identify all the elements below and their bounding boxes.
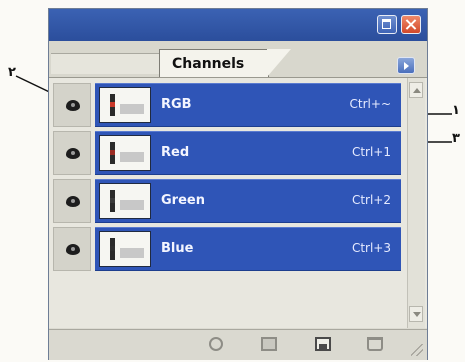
save-selection-icon[interactable] <box>261 337 277 351</box>
channel-selection-blue[interactable]: Blue Ctrl+3 <box>95 227 401 271</box>
thumbnail-dot <box>110 246 115 251</box>
scroll-down-arrow-icon[interactable] <box>409 306 423 322</box>
channel-selection-green[interactable]: Green Ctrl+2 <box>95 179 401 223</box>
visibility-toggle-rgb[interactable] <box>53 83 91 127</box>
thumbnail-dot <box>110 150 115 155</box>
trash-icon[interactable] <box>367 337 383 351</box>
tab-strip: Channels <box>49 41 427 78</box>
palette-menu-icon[interactable] <box>397 57 415 74</box>
visibility-toggle-green[interactable] <box>53 179 91 223</box>
channel-thumbnail-red <box>99 135 151 171</box>
resize-grip-icon[interactable] <box>411 344 423 356</box>
eye-icon <box>66 196 80 207</box>
callout-label-composite: ۱ <box>452 103 460 118</box>
thumbnail-blot <box>120 104 144 114</box>
channel-shortcut: Ctrl+3 <box>351 241 391 255</box>
channel-thumbnail-blue <box>99 231 151 267</box>
channel-name: Green <box>161 193 205 208</box>
channels-palette: Channels RGB Ctrl+~ Red Ctrl+1 Green Ctr… <box>48 8 428 360</box>
channel-selection-rgb[interactable]: RGB Ctrl+~ <box>95 83 401 127</box>
close-icon[interactable] <box>401 15 421 34</box>
thumbnail-dot <box>110 198 115 203</box>
tab-channels-edge <box>267 49 291 77</box>
channel-name: Blue <box>161 241 194 256</box>
new-channel-icon[interactable] <box>315 337 331 351</box>
callout-label-eye: ۲ <box>8 65 16 80</box>
channel-row-rgb[interactable]: RGB Ctrl+~ <box>49 81 427 129</box>
thumbnail-dot <box>110 102 115 107</box>
eye-icon <box>66 244 80 255</box>
thumbnail-blot <box>120 200 144 210</box>
eye-icon <box>66 148 80 159</box>
visibility-toggle-red[interactable] <box>53 131 91 175</box>
tab-channels-label: Channels <box>172 56 245 72</box>
channel-name: RGB <box>161 97 192 112</box>
scroll-up-arrow-icon[interactable] <box>409 82 423 98</box>
channel-list: RGB Ctrl+~ Red Ctrl+1 Green Ctrl+2 Blue … <box>49 78 427 328</box>
channel-name: Red <box>161 145 190 160</box>
palette-toolbar <box>49 329 427 360</box>
channel-shortcut: Ctrl+1 <box>351 145 391 159</box>
tab-channels[interactable]: Channels <box>159 49 269 77</box>
channel-thumbnail-green <box>99 183 151 219</box>
channel-row-green[interactable]: Green Ctrl+2 <box>49 177 427 225</box>
eye-icon <box>66 100 80 111</box>
callout-label-red: ۳ <box>452 131 460 146</box>
channel-row-blue[interactable]: Blue Ctrl+3 <box>49 225 427 273</box>
channel-thumbnail-rgb <box>99 87 151 123</box>
tab-strip-empty-area <box>51 53 161 74</box>
thumbnail-blot <box>120 152 144 162</box>
minimize-icon[interactable] <box>377 15 397 34</box>
channel-shortcut: Ctrl+~ <box>349 97 391 111</box>
thumbnail-blot <box>120 248 144 258</box>
vertical-scrollbar[interactable] <box>407 78 425 328</box>
visibility-toggle-blue[interactable] <box>53 227 91 271</box>
channel-shortcut: Ctrl+2 <box>351 193 391 207</box>
channel-selection-red[interactable]: Red Ctrl+1 <box>95 131 401 175</box>
palette-title-bar[interactable] <box>49 9 427 41</box>
load-selection-icon[interactable] <box>209 337 223 351</box>
channel-row-red[interactable]: Red Ctrl+1 <box>49 129 427 177</box>
